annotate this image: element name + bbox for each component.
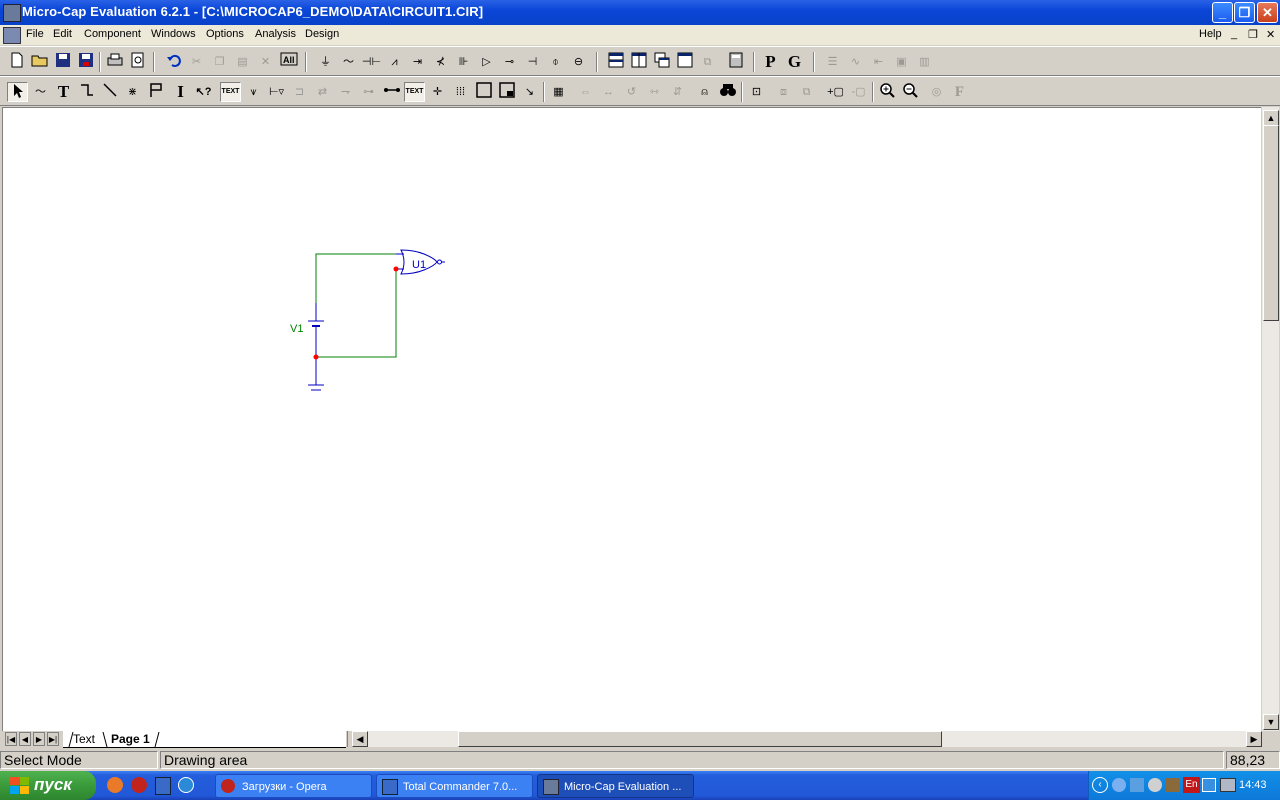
task-microcap[interactable]: Micro-Cap Evaluation ... <box>537 774 694 798</box>
scroll-down-icon[interactable]: ▼ <box>1263 714 1279 730</box>
schematic-wires <box>315 253 402 358</box>
page-tab-strip: |◀ ◀ ▶ ▶| Text Page 1 ◀ ▶ <box>0 731 1280 748</box>
battery-v1[interactable] <box>308 303 324 357</box>
task-opera[interactable]: Загрузки - Opera <box>215 774 372 798</box>
tray-expand-icon[interactable]: ‹ <box>1092 777 1108 793</box>
node-dot <box>393 266 399 272</box>
drawing-area[interactable]: V1 U1 <box>2 107 1261 731</box>
task-label: Загрузки - Opera <box>242 781 327 793</box>
prev-page-icon[interactable]: ◀ <box>19 732 31 746</box>
ground-symbol[interactable] <box>308 357 324 391</box>
scroll-up-icon[interactable]: ▲ <box>1263 110 1279 126</box>
horizontal-scrollbar[interactable]: ◀ ▶ <box>352 731 1262 747</box>
status-bar: Select Mode Drawing area 88,23 <box>0 749 1280 771</box>
opera-quicklaunch-icon[interactable] <box>131 777 147 793</box>
ie-quicklaunch-icon[interactable] <box>178 777 194 793</box>
tab-outline <box>68 731 160 747</box>
microcap-icon <box>543 779 559 795</box>
vertical-scrollbar[interactable]: ▲ ▼ <box>1261 107 1279 731</box>
network-icon[interactable] <box>1112 778 1126 792</box>
status-coordinates: 88,23 <box>1226 751 1280 769</box>
first-page-icon[interactable]: |◀ <box>5 732 17 746</box>
horizontal-scroll-thumb[interactable] <box>458 731 942 747</box>
firefox-quicklaunch-icon[interactable] <box>107 777 123 793</box>
battery-label: V1 <box>290 323 303 335</box>
task-label: Total Commander 7.0... <box>403 781 518 793</box>
vertical-scroll-thumb[interactable] <box>1263 125 1279 321</box>
task-label: Micro-Cap Evaluation ... <box>564 781 682 793</box>
tabs-area: Text Page 1 <box>63 731 346 748</box>
start-button[interactable]: пуск <box>0 771 96 800</box>
tray-info-icon[interactable] <box>1202 778 1216 792</box>
windows-logo-icon <box>10 777 29 794</box>
language-indicator[interactable]: En <box>1183 777 1200 793</box>
opera-icon <box>221 779 235 793</box>
total-commander-icon <box>382 779 398 795</box>
mdi-close-button[interactable]: ✕ <box>1266 28 1275 41</box>
status-mode: Select Mode <box>0 751 158 769</box>
totalcmd-quicklaunch-icon[interactable] <box>155 777 171 795</box>
taskbar: пуск Загрузки - Opera Total Commander 7.… <box>0 771 1280 800</box>
antivirus-icon[interactable] <box>1130 778 1144 792</box>
speaker-icon[interactable] <box>1148 778 1162 792</box>
schematic: V1 U1 <box>290 249 445 391</box>
next-page-icon[interactable]: ▶ <box>33 732 45 746</box>
gate-label: U1 <box>412 259 426 271</box>
status-hint: Drawing area <box>160 751 1224 769</box>
system-tray: ‹ En 14:43 <box>1088 771 1280 800</box>
scroll-right-icon[interactable]: ▶ <box>1246 731 1262 747</box>
display-icon[interactable] <box>1220 778 1236 792</box>
scroll-left-icon[interactable]: ◀ <box>352 731 368 747</box>
clock: 14:43 <box>1239 779 1267 791</box>
task-total-commander[interactable]: Total Commander 7.0... <box>376 774 533 798</box>
start-label: пуск <box>34 775 72 794</box>
close-button[interactable]: ✕ <box>1257 2 1278 23</box>
node-dot <box>313 354 319 360</box>
tray-app-icon[interactable] <box>1166 778 1180 792</box>
last-page-icon[interactable]: ▶| <box>47 732 59 746</box>
